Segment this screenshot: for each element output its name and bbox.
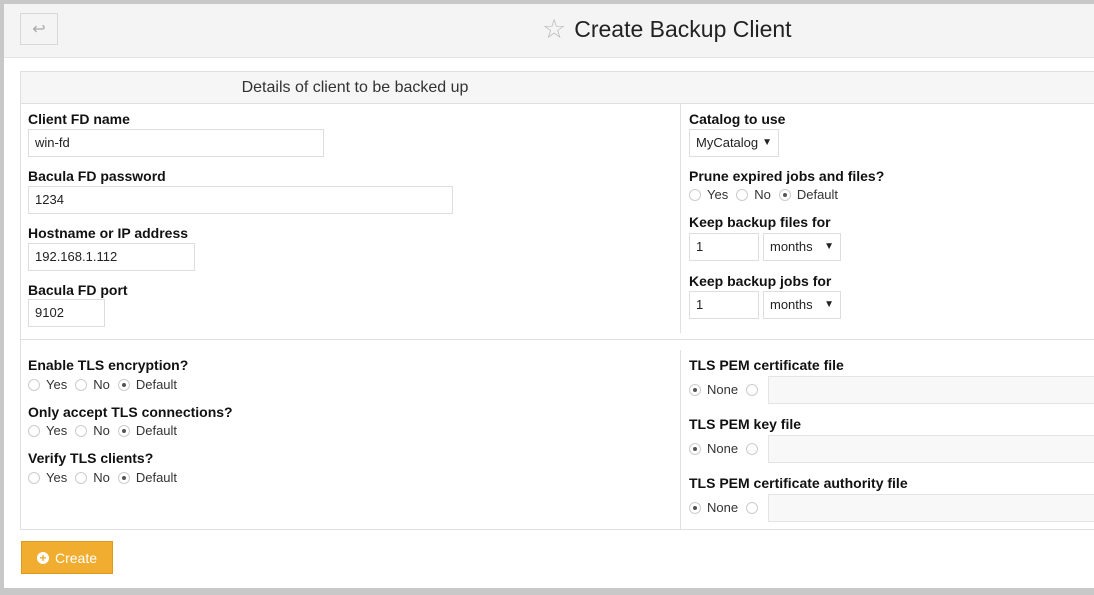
keep-files-input[interactable]: 1 bbox=[689, 233, 759, 261]
prune-default-radio[interactable] bbox=[778, 188, 791, 201]
tls-verify-radio-group: Yes No Default bbox=[28, 470, 185, 485]
tls-verify-yes-radio[interactable] bbox=[28, 471, 40, 484]
keep-jobs-input[interactable]: 1 bbox=[689, 291, 759, 319]
tls-key-radio-group: None bbox=[689, 441, 764, 456]
keep-files-label: Keep backup files for bbox=[689, 214, 831, 230]
port-input[interactable]: 9102 bbox=[28, 299, 105, 327]
tls-ca-file-radio[interactable] bbox=[746, 501, 759, 514]
password-input[interactable]: 1234 bbox=[28, 186, 453, 214]
prune-yes-radio[interactable] bbox=[689, 188, 701, 201]
tls-require-default-radio[interactable] bbox=[117, 424, 130, 437]
page-title: ☆ Create Backup Client bbox=[542, 14, 792, 45]
prune-label: Prune expired jobs and files? bbox=[689, 168, 885, 184]
client-name-label: Client FD name bbox=[28, 111, 130, 127]
tls-key-file-input[interactable] bbox=[768, 435, 1094, 463]
port-label: Bacula FD port bbox=[28, 282, 128, 298]
password-label: Bacula FD password bbox=[28, 168, 166, 184]
tls-key-label: TLS PEM key file bbox=[689, 416, 802, 432]
tls-verify-default-radio[interactable] bbox=[117, 471, 130, 484]
tls-cert-file-input[interactable] bbox=[768, 376, 1094, 404]
tls-enable-default-radio[interactable] bbox=[117, 378, 130, 391]
tls-enable-yes-radio[interactable] bbox=[28, 378, 40, 391]
keep-jobs-label: Keep backup jobs for bbox=[689, 273, 832, 289]
tls-cert-file-radio[interactable] bbox=[746, 383, 759, 396]
back-button[interactable]: ↩ bbox=[20, 13, 58, 45]
tls-require-yes-radio[interactable] bbox=[28, 424, 40, 437]
tls-require-label: Only accept TLS connections? bbox=[28, 404, 233, 420]
tls-ca-none-radio[interactable] bbox=[689, 501, 701, 514]
catalog-select[interactable]: MyCatalog ▼ bbox=[689, 129, 779, 157]
tls-enable-no-radio[interactable] bbox=[75, 378, 88, 391]
tls-ca-label: TLS PEM certificate authority file bbox=[689, 475, 908, 491]
tls-cert-none-radio[interactable] bbox=[689, 383, 701, 396]
tls-key-none-radio[interactable] bbox=[689, 442, 701, 455]
tls-require-no-radio[interactable] bbox=[75, 424, 88, 437]
tls-enable-radio-group: Yes No Default bbox=[28, 377, 185, 392]
chevron-down-icon: ▼ bbox=[762, 137, 772, 148]
tls-cert-label: TLS PEM certificate file bbox=[689, 357, 844, 373]
tls-verify-label: Verify TLS clients? bbox=[28, 450, 154, 466]
catalog-label: Catalog to use bbox=[689, 111, 786, 127]
tls-verify-no-radio[interactable] bbox=[75, 471, 88, 484]
prune-no-radio[interactable] bbox=[736, 188, 749, 201]
chevron-down-icon: ▼ bbox=[824, 241, 834, 252]
section-divider bbox=[20, 339, 1094, 340]
header: ↩ ☆ Create Backup Client bbox=[4, 4, 1094, 58]
star-icon[interactable]: ☆ bbox=[542, 14, 566, 45]
chevron-down-icon: ▼ bbox=[824, 299, 834, 310]
tls-ca-radio-group: None bbox=[689, 500, 764, 515]
plus-circle-icon: + bbox=[36, 551, 49, 564]
column-divider bbox=[680, 104, 681, 333]
keep-jobs-unit-select[interactable]: months ▼ bbox=[763, 291, 841, 319]
create-button[interactable]: + Create bbox=[21, 541, 113, 574]
tls-require-radio-group: Yes No Default bbox=[28, 423, 185, 438]
tls-enable-label: Enable TLS encryption? bbox=[28, 357, 189, 373]
tls-cert-radio-group: None bbox=[689, 382, 764, 397]
page: ↩ ☆ Create Backup Client Details of clien… bbox=[4, 4, 1094, 588]
tls-key-file-radio[interactable] bbox=[746, 442, 759, 455]
client-name-input[interactable]: win-fd bbox=[28, 129, 324, 157]
hostname-input[interactable]: 192.168.1.112 bbox=[28, 243, 195, 271]
panel-title: Details of client to be backed up bbox=[21, 72, 1094, 104]
return-arrow-icon: ↩ bbox=[32, 21, 46, 38]
column-divider bbox=[680, 350, 681, 529]
prune-radio-group: Yes No Default bbox=[689, 187, 846, 202]
tls-ca-file-input[interactable] bbox=[768, 494, 1094, 522]
keep-files-unit-select[interactable]: months ▼ bbox=[763, 233, 841, 261]
hostname-label: Hostname or IP address bbox=[28, 225, 189, 241]
